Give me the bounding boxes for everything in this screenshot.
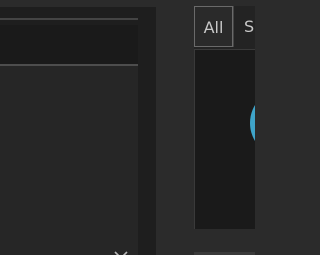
tab-bar: All Se	[194, 6, 255, 49]
app-window: All Se	[0, 0, 255, 255]
panel-top-divider	[0, 18, 138, 20]
tab-second[interactable]: Se	[233, 6, 255, 47]
preview-area	[230, 70, 255, 170]
content-area	[0, 66, 138, 255]
chevron-down-icon[interactable]	[114, 245, 128, 255]
left-panel	[0, 7, 156, 255]
avatar-circle[interactable]	[250, 88, 255, 158]
panel-header	[0, 25, 138, 64]
tab-all[interactable]: All	[194, 6, 233, 47]
tab-divider	[194, 49, 255, 50]
